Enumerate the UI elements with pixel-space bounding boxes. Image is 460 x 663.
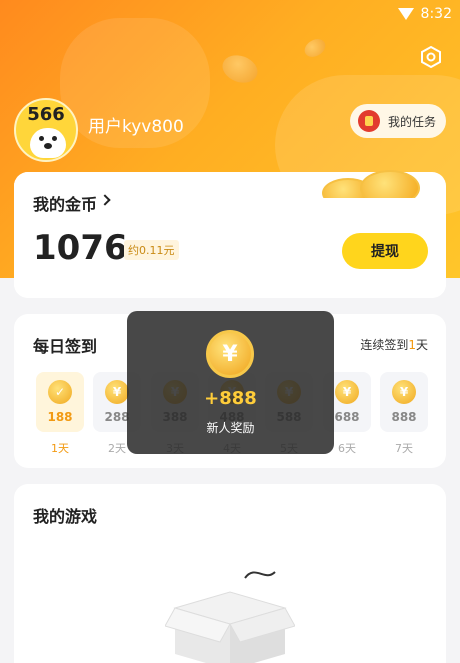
coin-icon: ¥	[335, 380, 359, 404]
my-tasks-label: 我的任务	[388, 114, 437, 129]
toast-label: 新人奖励	[206, 421, 255, 435]
signin-day[interactable]: ✓ 188	[36, 372, 84, 432]
coin-decoration-icon	[301, 35, 329, 61]
coin-icon: ¥	[206, 330, 254, 378]
empty-box-icon	[165, 571, 295, 663]
username: 用户kyv800	[88, 117, 184, 137]
my-tasks-button[interactable]: 我的任务	[350, 104, 446, 138]
my-coins-title[interactable]: 我的金币	[33, 191, 97, 215]
coin-decoration-icon	[218, 50, 262, 88]
avatar-logo-text: 566	[27, 104, 65, 125]
status-time: 8:32	[420, 6, 452, 22]
task-icon	[358, 110, 380, 132]
signin-day-label: 1天	[51, 442, 69, 455]
signin-streak: 连续签到1天	[360, 338, 428, 352]
signin-day-label: 7天	[395, 442, 413, 455]
daily-signin-title: 每日签到	[33, 337, 98, 356]
signin-day-amount: 188	[47, 410, 73, 424]
settings-icon[interactable]	[420, 46, 442, 68]
wifi-icon	[398, 8, 414, 20]
coins-balance: 1076	[33, 228, 128, 268]
coins-approx-value: 约0.11元	[124, 240, 179, 260]
signin-day[interactable]: ¥888	[380, 372, 428, 432]
signin-day-amount: 888	[391, 410, 417, 424]
my-games-title: 我的游戏	[33, 507, 98, 526]
checkmark-icon: ✓	[48, 380, 72, 404]
withdraw-button[interactable]: 提现	[342, 233, 428, 269]
avatar-bear-face	[30, 128, 66, 158]
status-bar: 8:32	[0, 0, 460, 28]
toast-amount: +888	[204, 388, 257, 409]
avatar[interactable]: 566	[14, 98, 78, 162]
coin-icon: ¥	[105, 380, 129, 404]
coin-icon: ¥	[392, 380, 416, 404]
